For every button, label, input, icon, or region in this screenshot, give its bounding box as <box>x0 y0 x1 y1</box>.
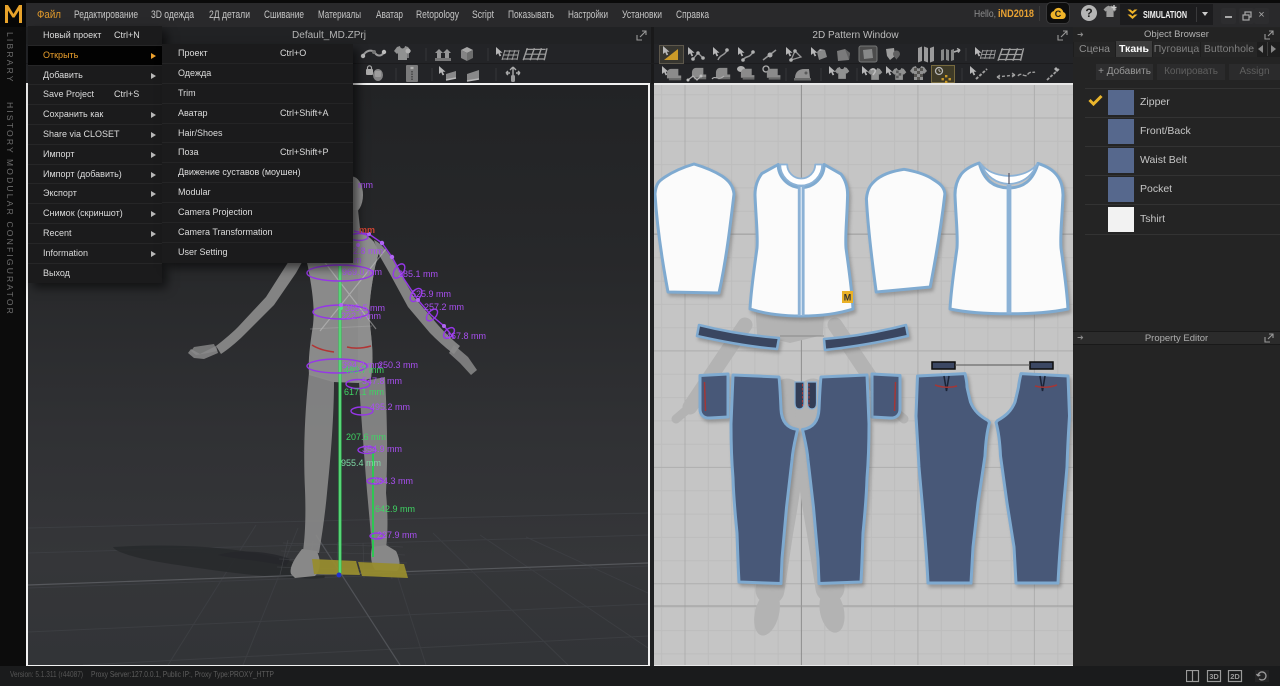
svg-text:354.9 mm: 354.9 mm <box>362 444 402 454</box>
svg-text:617.1 mm: 617.1 mm <box>344 387 384 397</box>
svg-text:Аватар: Аватар <box>376 9 403 21</box>
svg-text:642.9 mm: 642.9 mm <box>375 504 415 514</box>
svg-text:547.8 mm: 547.8 mm <box>362 376 402 386</box>
svg-text:Retopology: Retopology <box>416 9 459 21</box>
svg-text:C: C <box>1055 9 1062 19</box>
svg-text:257.2 mm: 257.2 mm <box>424 302 464 312</box>
svg-text:mm: mm <box>358 180 373 190</box>
svg-text:207.6 mm: 207.6 mm <box>346 432 386 442</box>
svg-text:525.9 mm: 525.9 mm <box>411 289 451 299</box>
svg-text:Сшивание: Сшивание <box>264 9 304 21</box>
svg-text:Редактирование: Редактирование <box>74 9 138 21</box>
svg-text:Файл: Файл <box>37 9 61 21</box>
svg-text:227.9 mm: 227.9 mm <box>377 530 417 540</box>
svg-text:3D одежда: 3D одежда <box>151 9 195 21</box>
svg-text:Version: 5.1.311 (r44087): Version: 5.1.311 (r44087) <box>10 669 83 679</box>
svg-text:489.7 mm: 489.7 mm <box>344 365 384 375</box>
svg-text:3D: 3D <box>1209 672 1219 681</box>
svg-text:Материалы: Материалы <box>318 9 361 21</box>
svg-text:mm: mm <box>359 225 375 235</box>
svg-text:Настройки: Настройки <box>568 9 608 21</box>
svg-text:364.3 mm: 364.3 mm <box>373 476 413 486</box>
svg-text:2D: 2D <box>1230 672 1240 681</box>
svg-text:SIMULATION: SIMULATION <box>1143 10 1187 21</box>
svg-text:Proxy Server:127.0.0.1, Public: Proxy Server:127.0.0.1, Public IP:, Prox… <box>91 669 274 679</box>
svg-text:955.4 mm: 955.4 mm <box>341 458 381 468</box>
svg-text:Hello,: Hello, <box>974 8 996 20</box>
svg-text:Показывать: Показывать <box>508 9 554 21</box>
svg-text:M: M <box>844 293 852 303</box>
svg-text:222.7 mm: 222.7 mm <box>341 311 381 321</box>
svg-text:495.2 mm: 495.2 mm <box>370 402 410 412</box>
svg-text:285.1 mm: 285.1 mm <box>398 269 438 279</box>
svg-text:Справка: Справка <box>676 9 710 21</box>
svg-text:2Д детали: 2Д детали <box>209 9 250 21</box>
svg-text:Script: Script <box>472 9 494 21</box>
svg-text:467.8 mm: 467.8 mm <box>446 331 486 341</box>
svg-text:969.0 mm: 969.0 mm <box>342 267 382 277</box>
svg-text:iND2018: iND2018 <box>998 8 1034 20</box>
svg-text:m: m <box>354 255 362 265</box>
svg-text:Установки: Установки <box>622 9 662 21</box>
